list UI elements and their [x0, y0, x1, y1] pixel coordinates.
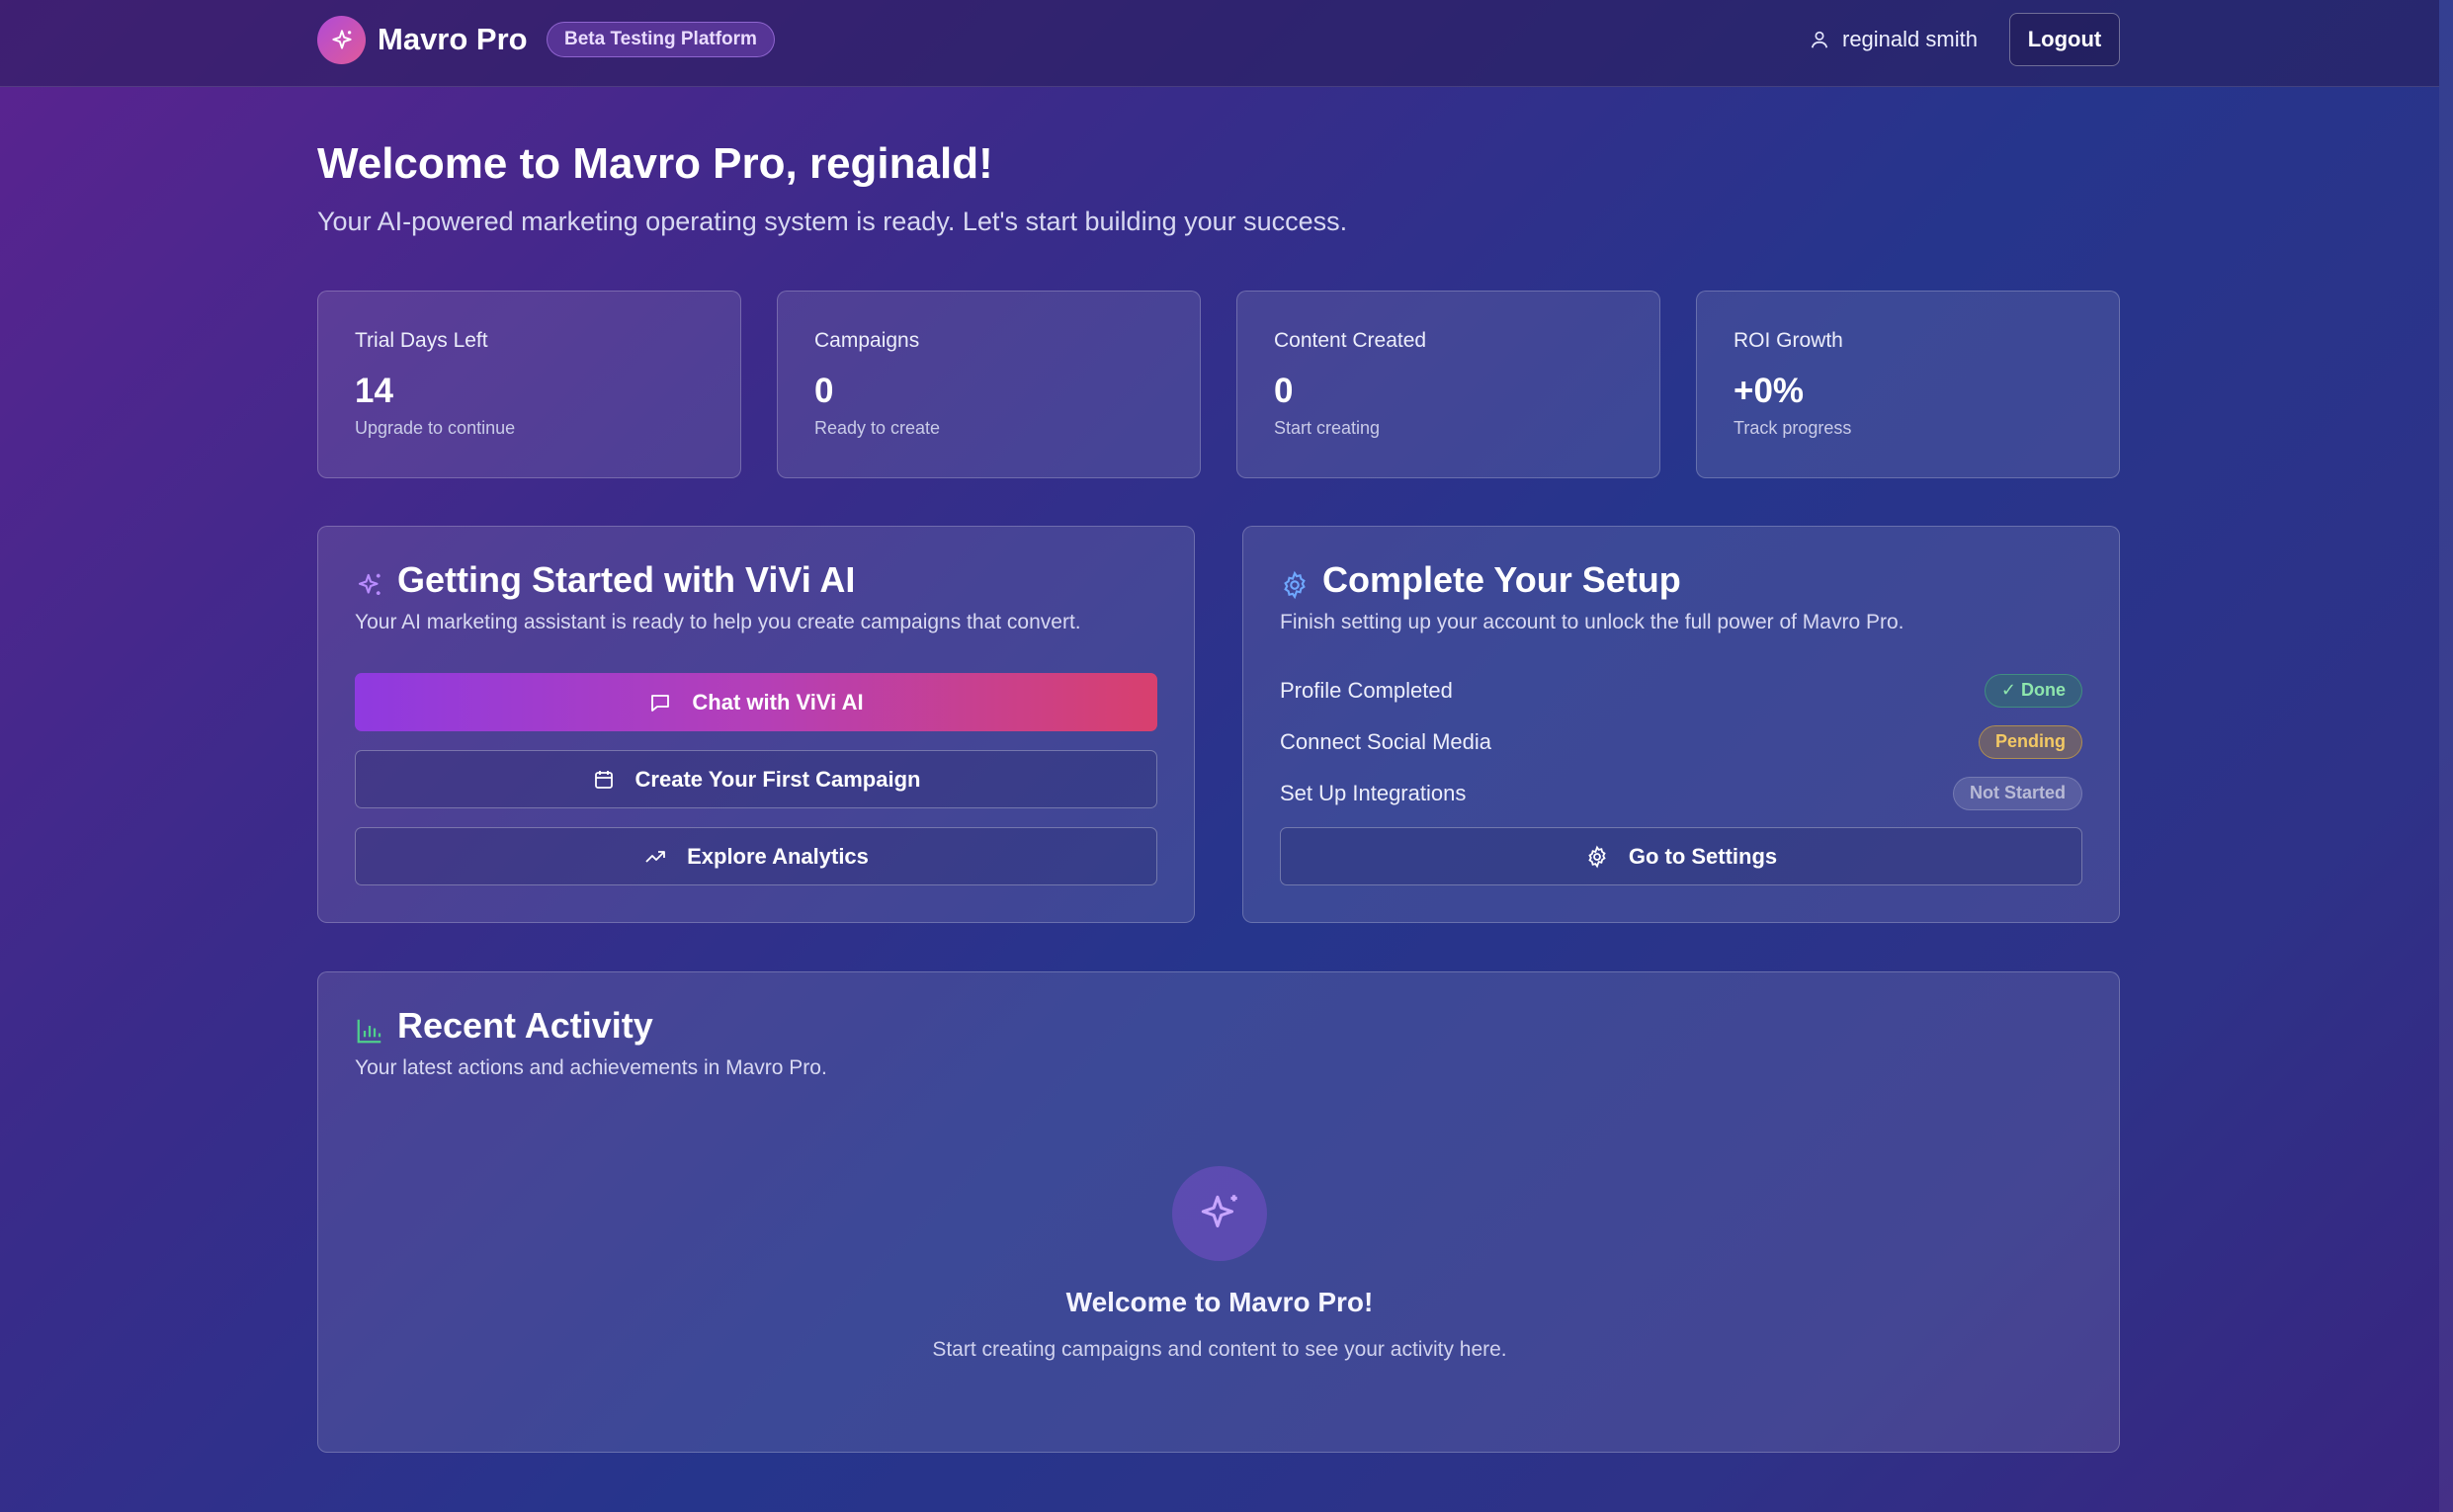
stat-subtext: Ready to create	[814, 418, 941, 438]
panel-subtitle: Your AI marketing assistant is ready to …	[355, 611, 1081, 633]
calendar-icon	[594, 770, 613, 789]
sparkle-icon	[1172, 1166, 1267, 1261]
setup-item-integrations: Set Up Integrations Not Started	[1280, 776, 2082, 811]
status-badge: ✓ Done	[1984, 674, 2082, 708]
bar-chart-icon	[357, 1019, 381, 1044]
stat-card-campaigns: Campaigns 0 Ready to create	[777, 291, 1201, 478]
setup-item-profile: Profile Completed ✓ Done	[1280, 673, 2082, 709]
create-campaign-button[interactable]: Create Your First Campaign	[355, 750, 1157, 808]
stat-value: 0	[814, 372, 834, 410]
button-label: Explore Analytics	[687, 843, 869, 869]
button-label: Chat with ViVi AI	[692, 689, 864, 714]
page-title: Welcome to Mavro Pro, reginald!	[317, 139, 993, 188]
stat-label: ROI Growth	[1734, 329, 1843, 352]
page-subtitle: Your AI-powered marketing operating syst…	[317, 207, 1348, 236]
setup-item-label: Set Up Integrations	[1280, 781, 1467, 805]
status-badge: Pending	[1979, 725, 2082, 759]
logout-button[interactable]: Logout	[2009, 13, 2120, 66]
stat-value: 14	[355, 372, 393, 410]
setup-item-social-media: Connect Social Media Pending	[1280, 724, 2082, 760]
gear-icon	[1284, 570, 1306, 600]
getting-started-panel: Getting Started with ViVi AI Your AI mar…	[317, 526, 1195, 923]
complete-setup-panel: Complete Your Setup Finish setting up yo…	[1242, 526, 2120, 923]
beta-badge: Beta Testing Platform	[547, 22, 775, 57]
recent-activity-panel: Recent Activity Your latest actions and …	[317, 971, 2120, 1453]
user-name: reginald smith	[1842, 27, 1978, 51]
panel-title: Complete Your Setup	[1322, 559, 1681, 600]
setup-item-label: Connect Social Media	[1280, 729, 1492, 754]
panel-title: Recent Activity	[397, 1005, 653, 1046]
user-icon	[1811, 31, 1828, 48]
stat-subtext: Upgrade to continue	[355, 418, 516, 438]
panel-subtitle: Your latest actions and achievements in …	[355, 1056, 827, 1079]
sparkle-icon	[358, 573, 381, 595]
trending-up-icon	[645, 850, 665, 863]
stat-label: Trial Days Left	[355, 329, 488, 352]
setup-item-label: Profile Completed	[1280, 678, 1453, 703]
brand-name[interactable]: Mavro Pro	[378, 20, 528, 59]
top-nav: Mavro Pro Beta Testing Platform reginald…	[0, 0, 2439, 87]
stat-card-roi-growth: ROI Growth +0% Track progress	[1696, 291, 2120, 478]
stat-subtext: Track progress	[1734, 418, 1852, 438]
page-scrollbar[interactable]	[2439, 0, 2453, 1512]
explore-analytics-button[interactable]: Explore Analytics	[355, 827, 1157, 885]
chat-with-vivi-button[interactable]: Chat with ViVi AI	[355, 673, 1157, 731]
sparkle-logo-icon	[317, 16, 366, 64]
user-menu[interactable]: reginald smith	[1809, 24, 1978, 55]
panel-subtitle: Finish setting up your account to unlock…	[1280, 611, 1904, 633]
stat-card-content-created: Content Created 0 Start creating	[1236, 291, 1660, 478]
gear-icon	[1588, 845, 1606, 868]
stat-card-trial-days: Trial Days Left 14 Upgrade to continue	[317, 291, 741, 478]
stat-label: Content Created	[1274, 329, 1427, 352]
button-label: Create Your First Campaign	[634, 766, 921, 792]
panel-title: Getting Started with ViVi AI	[397, 559, 856, 600]
stat-value: 0	[1274, 372, 1294, 410]
empty-state-title: Welcome to Mavro Pro!	[1065, 1287, 1374, 1317]
status-badge: Not Started	[1952, 777, 2082, 810]
stat-subtext: Start creating	[1274, 418, 1381, 438]
button-label: Go to Settings	[1628, 843, 1778, 869]
chat-icon	[651, 694, 670, 712]
empty-state-text: Start creating campaigns and content to …	[932, 1338, 1507, 1361]
stat-value: +0%	[1734, 372, 1805, 410]
go-to-settings-button[interactable]: Go to Settings	[1280, 827, 2082, 885]
stat-label: Campaigns	[814, 329, 920, 352]
